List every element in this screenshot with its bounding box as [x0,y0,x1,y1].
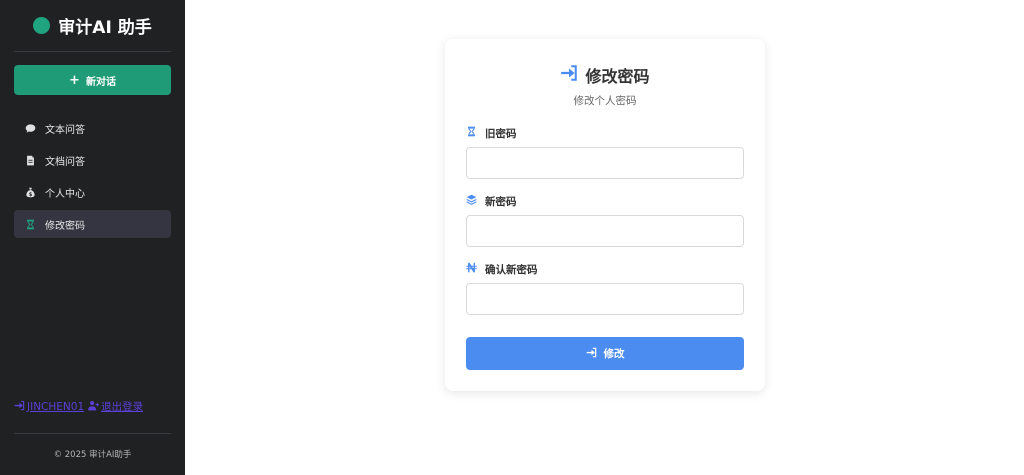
confirm-password-label: 确认新密码 [466,262,744,276]
brand-title: 审计AI 助手 [58,18,152,38]
sign-in-icon [14,400,25,414]
brand-logo-icon [33,17,51,34]
sign-in-icon [560,64,578,86]
app-root: 审计AI 助手 + 新对话 文本问答 文档问答 $ 个人中心 修改密码 JINC… [0,0,1024,475]
old-password-input[interactable] [466,147,744,179]
logout-label: 退出登录 [101,401,144,413]
submit-button[interactable]: 修改 [466,337,744,370]
sign-in-icon [586,347,597,361]
hourglass-icon [24,218,36,230]
new-chat-label: 新对话 [85,76,116,88]
naira-icon [466,262,477,276]
sidebar-item-label: 修改密码 [45,220,85,232]
sidebar-item-label: 文档问答 [45,156,85,168]
sidebar-item-text-qa[interactable]: 文本问答 [14,114,171,142]
document-icon [24,154,36,166]
layers-icon [466,194,477,208]
user-add-icon [88,400,100,414]
new-password-input[interactable] [466,215,744,247]
hourglass-icon [466,126,477,140]
sidebar: 审计AI 助手 + 新对话 文本问答 文档问答 $ 个人中心 修改密码 JINC… [0,0,185,475]
main-content: 修改密码 修改个人密码 旧密码 新密码 确认新密码 修改 [185,0,1024,475]
card-header: 修改密码 [445,63,765,87]
chat-bubble-icon [24,122,36,134]
user-links: JINCHEN01 退出登录 [14,399,143,414]
page-title: 修改密码 [585,67,650,86]
new-password-label: 新密码 [466,194,744,208]
sidebar-item-doc-qa[interactable]: 文档问答 [14,146,171,174]
sidebar-footer: © 2025 审计AI助手 [14,433,171,460]
sidebar-item-label: 个人中心 [45,188,85,200]
brand: 审计AI 助手 [14,0,171,52]
logout-link[interactable]: 退出登录 [88,399,143,414]
money-bag-icon: $ [24,186,36,198]
username: JINCHEN01 [27,400,85,413]
new-chat-button[interactable]: + 新对话 [14,65,171,95]
new-password-field: 新密码 [466,194,744,247]
sidebar-item-profile[interactable]: $ 个人中心 [14,178,171,206]
sidebar-item-change-password[interactable]: 修改密码 [14,210,171,238]
submit-label: 修改 [603,348,625,360]
username-link[interactable]: JINCHEN01 [14,400,84,414]
confirm-password-input[interactable] [466,283,744,315]
sidebar-nav: 文本问答 文档问答 $ 个人中心 修改密码 [0,114,185,238]
page-subtitle: 修改个人密码 [573,95,637,107]
sidebar-item-label: 文本问答 [45,124,85,136]
old-password-label: 旧密码 [466,126,744,140]
plus-icon: + [69,72,80,88]
confirm-password-field: 确认新密码 [466,262,744,315]
old-password-field: 旧密码 [466,126,744,179]
change-password-card: 修改密码 修改个人密码 旧密码 新密码 确认新密码 修改 [445,39,765,391]
